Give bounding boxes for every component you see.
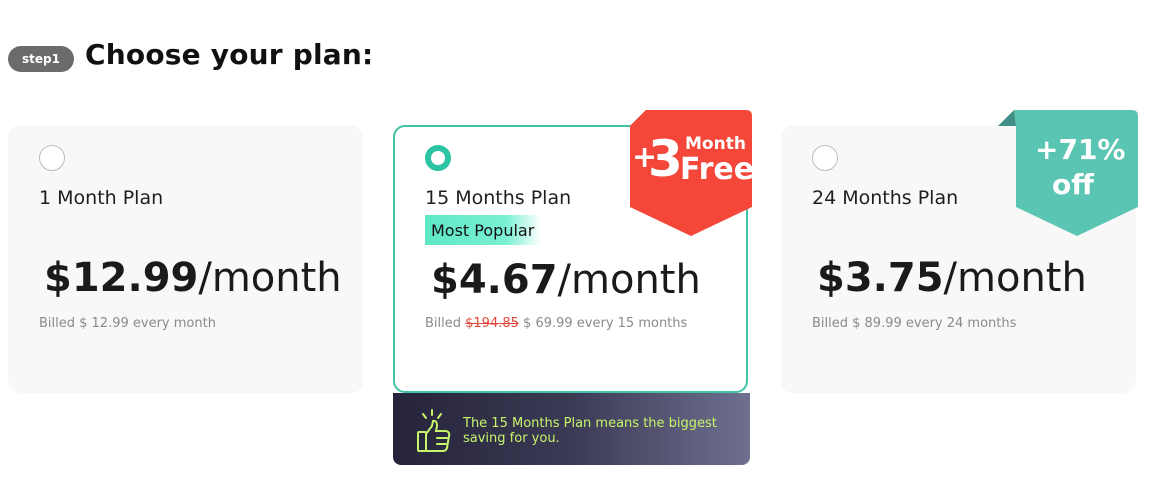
billed-info: Billed $ 89.99 every 24 months	[812, 316, 1017, 331]
billed-info: Billed $ 12.99 every month	[39, 316, 216, 331]
discount-percent: +71%	[1035, 133, 1126, 166]
thumbs-up-icon	[416, 408, 452, 458]
plan-name: 1 Month Plan	[39, 187, 164, 209]
plan-radio-15-months[interactable]	[425, 145, 451, 171]
price-unit: /month	[943, 255, 1087, 301]
plan-price: $4.67/month	[431, 257, 701, 303]
billed-original-price: $194.85	[465, 316, 519, 331]
ribbon-month: Month	[685, 134, 746, 154]
price-amount: $4.67	[431, 257, 558, 303]
ribbon-free: Free	[680, 152, 755, 187]
plan-name: 15 Months Plan	[425, 187, 572, 209]
page-title: Choose your plan:	[85, 38, 374, 71]
plan-card-1-month[interactable]: 1 Month Plan $12.99/month Billed $ 12.99…	[8, 125, 363, 393]
plan-radio-1-month[interactable]	[39, 145, 65, 171]
billed-info: Billed $194.85 $ 69.99 every 15 months	[425, 316, 687, 331]
price-amount: $12.99	[44, 255, 199, 301]
price-amount: $3.75	[817, 255, 944, 301]
billed-prefix: Billed	[425, 316, 466, 331]
plan-radio-24-months[interactable]	[812, 145, 838, 171]
step-badge: step1	[8, 46, 74, 72]
plan-price: $3.75/month	[817, 255, 1087, 301]
discount-off: off	[1052, 168, 1094, 201]
price-unit: /month	[198, 255, 342, 301]
billed-suffix: $ 69.99 every 15 months	[518, 316, 688, 331]
promo-text: The 15 Months Plan means the biggest sav…	[463, 416, 717, 446]
plan-price: $12.99/month	[44, 255, 342, 301]
plan-name: 24 Months Plan	[812, 187, 959, 209]
price-unit: /month	[557, 257, 701, 303]
most-popular-badge: Most Popular	[425, 215, 541, 245]
ribbon-number: 3	[648, 130, 683, 188]
